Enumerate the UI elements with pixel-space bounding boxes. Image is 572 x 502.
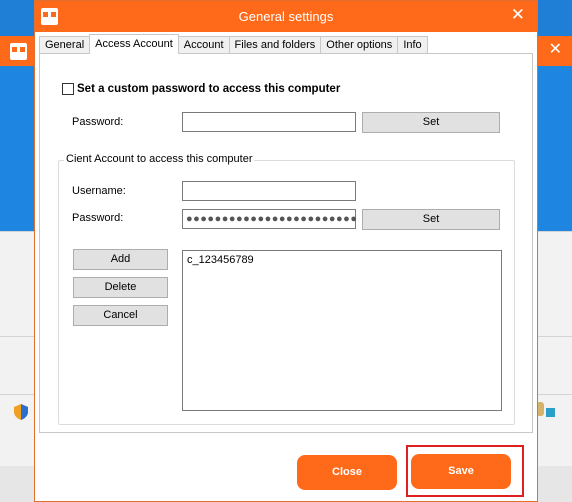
close-button[interactable]: Close: [297, 455, 397, 490]
app-logo-icon: [10, 43, 27, 60]
add-account-button[interactable]: Add: [73, 249, 168, 270]
background-close-icon[interactable]: ✕: [549, 41, 562, 59]
list-item[interactable]: c_123456789: [183, 251, 501, 269]
tray-icon[interactable]: [546, 408, 555, 417]
background-divider: [536, 231, 572, 232]
set-client-password-button[interactable]: Set: [362, 209, 500, 230]
dialog-title: General settings: [238, 9, 334, 24]
accounts-listbox[interactable]: c_123456789: [182, 250, 502, 411]
tab-general[interactable]: General: [39, 36, 91, 54]
cancel-account-button[interactable]: Cancel: [73, 305, 168, 326]
client-account-group-title: Cient Account to access this computer: [64, 153, 255, 165]
client-password-mask: ●●●●●●●●●●●●●●●●●●●●●●●●●: [186, 213, 356, 225]
close-icon[interactable]: ✕: [511, 6, 525, 24]
general-settings-dialog: General settings ✕ General Access Accoun…: [34, 0, 538, 502]
tab-files-and-folders[interactable]: Files and folders: [228, 36, 322, 54]
tab-access-account[interactable]: Access Account: [89, 34, 179, 54]
settings-tabs: General Access Account Account Files and…: [39, 34, 428, 54]
username-field[interactable]: [182, 181, 356, 201]
custom-password-checkbox[interactable]: [62, 83, 74, 95]
save-highlight-box: [406, 445, 524, 497]
username-label: Username:: [72, 185, 126, 197]
tab-account[interactable]: Account: [177, 36, 230, 54]
client-password-field[interactable]: ●●●●●●●●●●●●●●●●●●●●●●●●●: [182, 209, 356, 229]
set-custom-password-button[interactable]: Set: [362, 112, 500, 133]
access-account-panel: Set a custom password to access this com…: [39, 53, 533, 433]
custom-password-label: Password:: [72, 116, 124, 128]
client-password-label: Password:: [72, 212, 124, 224]
background-divider: [536, 394, 572, 395]
background-divider: [536, 336, 572, 337]
delete-account-button[interactable]: Delete: [73, 277, 168, 298]
custom-password-checkbox-label: Set a custom password to access this com…: [77, 83, 341, 95]
custom-password-field[interactable]: [182, 112, 356, 132]
custom-password-option[interactable]: Set a custom password to access this com…: [62, 83, 340, 95]
shield-icon[interactable]: [14, 404, 28, 420]
tab-other-options[interactable]: Other options: [320, 36, 399, 54]
dialog-titlebar: General settings ✕: [35, 1, 537, 32]
tab-info[interactable]: Info: [397, 36, 428, 54]
